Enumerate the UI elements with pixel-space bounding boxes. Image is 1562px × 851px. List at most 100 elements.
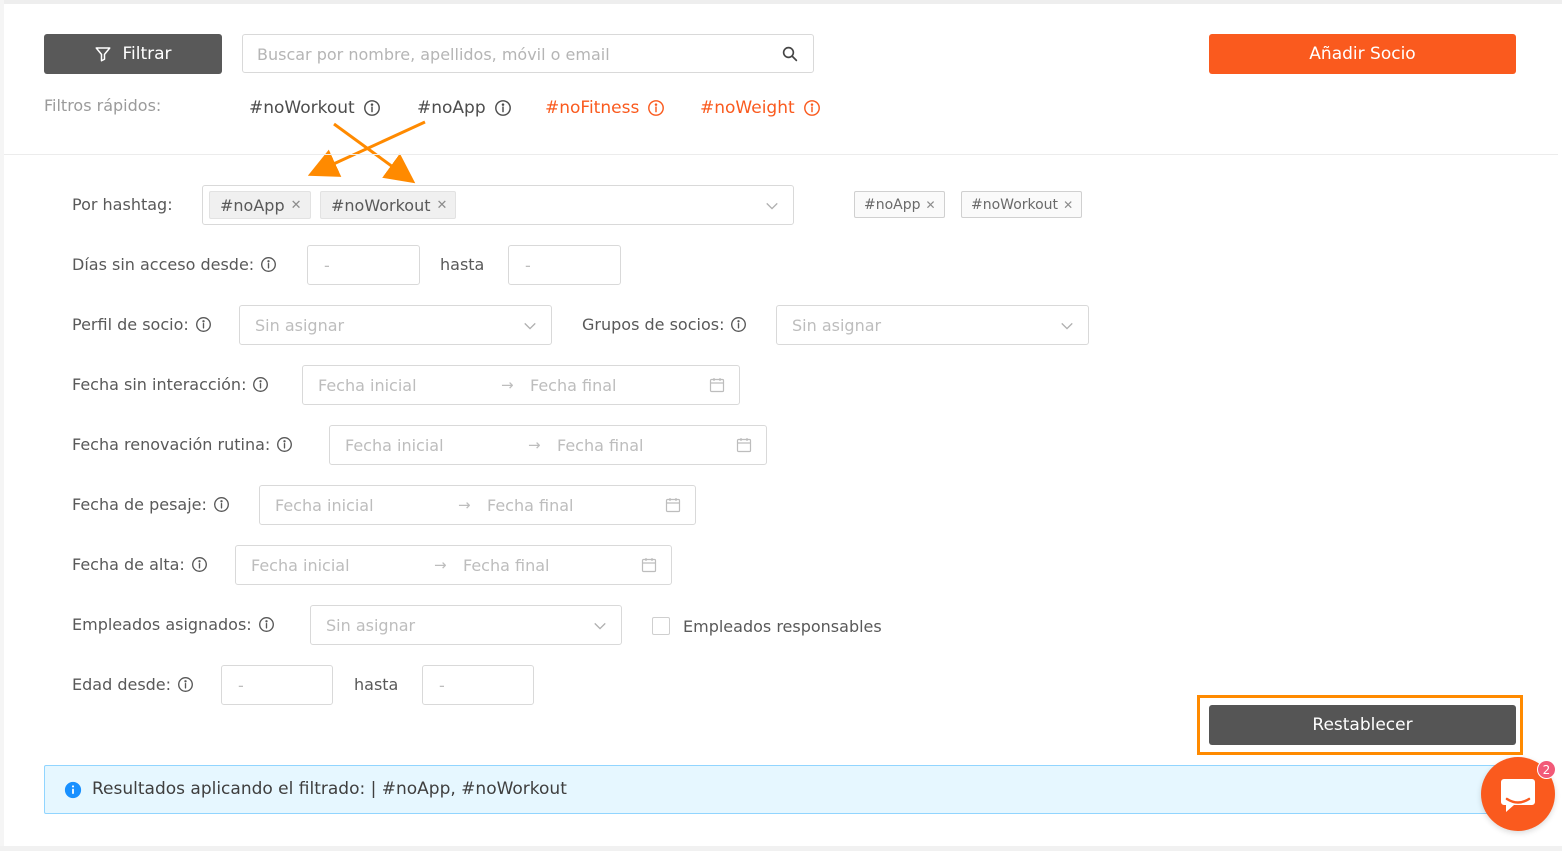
member-groups-label: Grupos de socios: [582, 315, 747, 334]
assigned-employees-text: Empleados asignados: [72, 615, 252, 634]
top-border [0, 0, 1562, 4]
info-icon[interactable] [195, 316, 212, 333]
member-groups-select[interactable]: Sin asignar [776, 305, 1089, 345]
placeholder-text: - [525, 256, 531, 275]
member-groups-text: Grupos de socios: [582, 315, 725, 334]
chevron-down-icon[interactable] [765, 199, 779, 213]
placeholder-text: - [238, 676, 244, 695]
calendar-icon [665, 498, 681, 513]
info-icon[interactable] [363, 99, 381, 117]
end-date-placeholder: Fecha final [530, 376, 617, 395]
days-until-label: hasta [440, 255, 485, 274]
close-icon[interactable]: ✕ [291, 198, 302, 213]
date-signup-label: Fecha de alta: [72, 555, 208, 574]
close-icon[interactable]: ✕ [926, 198, 936, 212]
info-icon[interactable] [260, 256, 277, 273]
placeholder-text: Sin asignar [326, 616, 416, 635]
reset-button-label: Restablecer [1312, 715, 1413, 735]
pill-label: #noApp [864, 196, 921, 213]
reset-button[interactable]: Restablecer [1209, 705, 1516, 745]
quick-filters-label: Filtros rápidos: [44, 96, 162, 115]
hashtag-chip-noworkout: #noWorkout ✕ [320, 191, 457, 219]
info-icon[interactable] [803, 99, 821, 117]
age-until-label: hasta [354, 675, 399, 694]
quick-filter-noweight[interactable]: #noWeight [700, 98, 821, 118]
date-no-interaction-range-picker[interactable]: Fecha inicial → Fecha final [302, 365, 740, 405]
quick-filter-label: #noApp [417, 98, 486, 118]
pill-label: #noWorkout [971, 196, 1059, 213]
info-icon[interactable] [258, 616, 275, 633]
hashtag-label-text: Por hashtag: [72, 195, 173, 214]
days-no-access-text: Días sin acceso desde: [72, 255, 255, 274]
left-border [0, 0, 4, 851]
calendar-icon [709, 378, 725, 393]
age-from-label: Edad desde: [72, 675, 194, 694]
hashtag-chip-noapp: #noApp ✕ [209, 191, 311, 219]
date-routine-renewal-label: Fecha renovación rutina: [72, 435, 293, 454]
days-no-access-to-input[interactable]: - [508, 245, 621, 285]
info-icon[interactable] [252, 376, 269, 393]
search-input[interactable] [257, 43, 767, 65]
info-icon[interactable] [213, 496, 230, 513]
responsible-employees-checkbox[interactable] [652, 617, 670, 635]
info-icon[interactable] [177, 676, 194, 693]
search-icon[interactable] [781, 45, 799, 63]
date-no-interaction-label: Fecha sin interacción: [72, 375, 269, 394]
date-weighing-label: Fecha de pesaje: [72, 495, 230, 514]
search-box[interactable] [242, 34, 814, 73]
member-profile-select[interactable]: Sin asignar [239, 305, 552, 345]
info-icon[interactable] [191, 556, 208, 573]
days-no-access-from-input[interactable]: - [307, 245, 420, 285]
arrow-right-icon: → [434, 556, 447, 574]
placeholder-text: - [324, 256, 330, 275]
bottom-border [0, 846, 1562, 851]
chat-notification-badge: 2 [1537, 760, 1556, 779]
start-date-placeholder: Fecha inicial [318, 376, 417, 395]
quick-filter-noworkout[interactable]: #noWorkout [249, 98, 381, 118]
quick-filter-nofitness[interactable]: #noFitness [545, 98, 665, 118]
date-signup-range-picker[interactable]: Fecha inicial → Fecha final [235, 545, 672, 585]
date-signup-text: Fecha de alta: [72, 555, 185, 574]
info-icon[interactable] [647, 99, 665, 117]
end-date-placeholder: Fecha final [463, 556, 550, 575]
member-profile-label: Perfil de socio: [72, 315, 212, 334]
section-divider [4, 154, 1558, 155]
info-icon[interactable] [276, 436, 293, 453]
info-icon[interactable] [494, 99, 512, 117]
responsible-employees-label[interactable]: Empleados responsables [683, 617, 882, 636]
arrow-right-icon: → [528, 436, 541, 454]
date-routine-renewal-range-picker[interactable]: Fecha inicial → Fecha final [329, 425, 767, 465]
quick-filter-noapp[interactable]: #noApp [417, 98, 512, 118]
date-weighing-range-picker[interactable]: Fecha inicial → Fecha final [259, 485, 696, 525]
hashtag-pill-noworkout: #noWorkout ✕ [961, 191, 1083, 218]
hashtag-pill-noapp: #noApp ✕ [854, 191, 945, 218]
filter-results-alert: Resultados aplicando el filtrado: | #noA… [44, 765, 1514, 814]
info-icon[interactable] [730, 316, 747, 333]
add-member-button[interactable]: Añadir Socio [1209, 34, 1516, 74]
hashtag-select[interactable]: #noApp ✕ #noWorkout ✕ [202, 185, 794, 225]
filter-button-label: Filtrar [122, 44, 172, 64]
days-no-access-label: Días sin acceso desde: [72, 255, 277, 274]
date-weighing-text: Fecha de pesaje: [72, 495, 207, 514]
quick-filter-label: #noWeight [700, 98, 795, 118]
chip-label: #noWorkout [331, 195, 431, 215]
arrow-right-icon: → [501, 376, 514, 394]
chip-label: #noApp [220, 195, 285, 215]
assigned-employees-select[interactable]: Sin asignar [310, 605, 622, 645]
info-icon [64, 781, 82, 799]
add-member-label: Añadir Socio [1309, 44, 1416, 64]
filter-button[interactable]: Filtrar [44, 34, 222, 74]
age-from-input[interactable]: - [221, 665, 333, 705]
arrow-right-icon: → [458, 496, 471, 514]
age-to-input[interactable]: - [422, 665, 534, 705]
close-icon[interactable]: ✕ [1063, 198, 1073, 212]
chevron-down-icon [1061, 322, 1073, 330]
placeholder-text: Sin asignar [255, 316, 345, 335]
calendar-icon [736, 438, 752, 453]
calendar-icon [641, 558, 657, 573]
assigned-employees-label: Empleados asignados: [72, 615, 275, 634]
close-icon[interactable]: ✕ [436, 198, 447, 213]
end-date-placeholder: Fecha final [487, 496, 574, 515]
start-date-placeholder: Fecha inicial [251, 556, 350, 575]
hashtag-label: Por hashtag: [72, 195, 173, 214]
